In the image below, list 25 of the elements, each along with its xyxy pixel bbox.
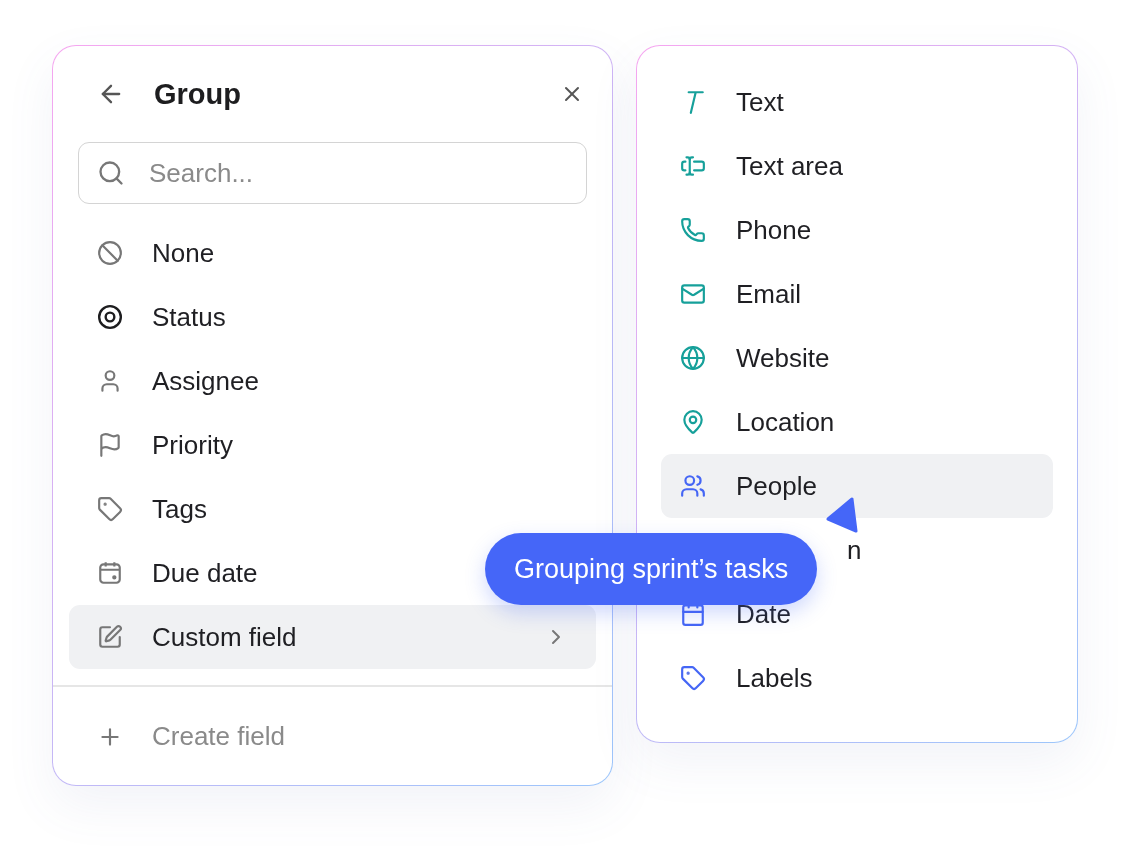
menu-item[interactable]: Priority [69, 413, 596, 477]
menu-item[interactable]: Status [69, 285, 596, 349]
pen-square-icon [97, 624, 123, 650]
menu-item[interactable]: People [661, 454, 1053, 518]
menu-item[interactable]: Website [661, 326, 1053, 390]
ban-icon [97, 240, 123, 266]
flag-icon [97, 432, 123, 458]
tag-icon [97, 496, 123, 522]
menu-item[interactable]: Text area [661, 134, 1053, 198]
search-icon [97, 159, 125, 187]
menu-item[interactable]: Email [661, 262, 1053, 326]
menu-item[interactable]: Phone [661, 198, 1053, 262]
tooltip-pointer [824, 497, 858, 533]
calendar-icon [97, 560, 123, 586]
search-input[interactable]: Search... [147, 156, 568, 190]
menu-item[interactable]: Assignee [69, 349, 596, 413]
search-field[interactable]: Search... [78, 142, 587, 204]
menu-item[interactable]: None [69, 221, 596, 285]
menu-item[interactable]: Text [661, 70, 1053, 134]
tooltip: Grouping sprint’s tasks [485, 533, 818, 605]
menu-item[interactable]: Labels [661, 646, 1053, 710]
menu-item[interactable]: Custom field [69, 605, 596, 669]
menu-item[interactable]: Location [661, 390, 1053, 454]
target-icon [97, 304, 123, 330]
panel-title: Group [154, 77, 242, 111]
